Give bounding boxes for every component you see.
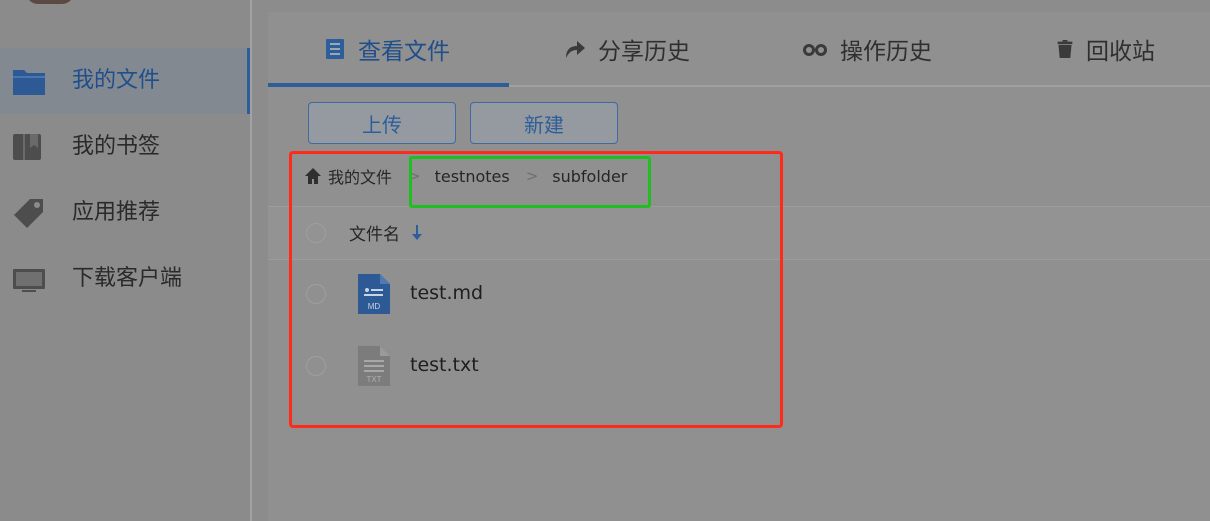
sidebar-item-download-client[interactable]: 下载客户端: [0, 246, 250, 312]
new-button[interactable]: 新建: [470, 102, 618, 144]
tab-bar: 查看文件 分享历史 操作历史 回收站: [268, 12, 1210, 88]
tab-label: 分享历史: [598, 39, 690, 65]
tab-label: 查看文件: [358, 39, 450, 65]
tab-recycle-bin[interactable]: 回收站: [1056, 34, 1155, 65]
share-icon: [566, 41, 585, 58]
highlight-box-green: [409, 156, 651, 208]
file-list-icon: [326, 39, 344, 59]
sidebar: 我的文件 我的书签 应用推荐 下载客户端: [0, 0, 250, 521]
sidebar-divider: [250, 0, 252, 521]
sidebar-item-app-recommend[interactable]: 应用推荐: [0, 180, 250, 246]
sidebar-item-my-files[interactable]: 我的文件: [0, 48, 250, 114]
sidebar-item-label: 下载客户端: [72, 266, 183, 291]
upload-button[interactable]: 上传: [308, 102, 456, 144]
sidebar-item-label: 我的书签: [72, 134, 161, 159]
logo: [26, 0, 74, 4]
active-tab-indicator: [268, 83, 509, 87]
monitor-icon: [13, 269, 45, 292]
sidebar-item-label: 我的文件: [72, 68, 161, 93]
trash-icon: [1057, 40, 1073, 58]
app-root: 我的文件 我的书签 应用推荐 下载客户端 查看文件 分享历史 操作历史 回收站 …: [0, 0, 1210, 521]
sidebar-item-label: 应用推荐: [72, 200, 161, 225]
sidebar-item-bookmarks[interactable]: 我的书签: [0, 114, 250, 180]
tab-share-history[interactable]: 分享历史: [564, 34, 690, 65]
bookmark-icon: [13, 134, 41, 160]
history-icon: [803, 44, 827, 56]
tag-icon: [14, 199, 43, 228]
tab-operation-history[interactable]: 操作历史: [802, 34, 932, 65]
tab-view-files[interactable]: 查看文件: [324, 34, 450, 65]
folder-icon: [13, 70, 45, 95]
tab-label: 回收站: [1086, 39, 1155, 65]
tab-label: 操作历史: [840, 39, 932, 65]
